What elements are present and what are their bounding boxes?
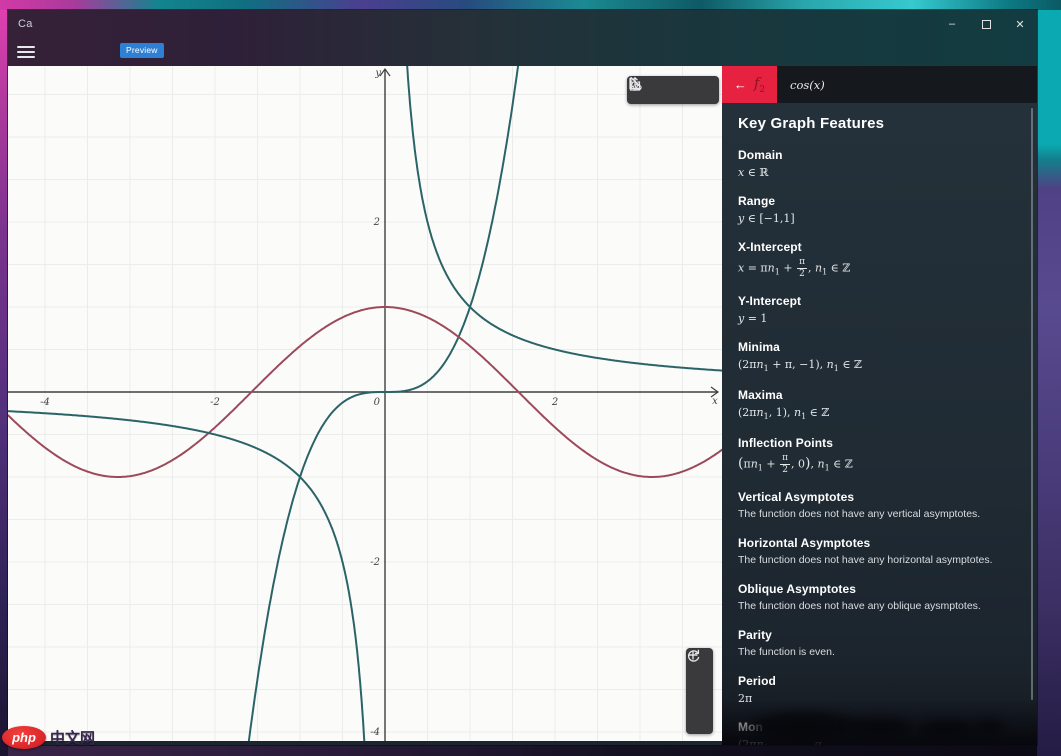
svg-text:-4: -4 (40, 397, 50, 408)
maximize-button[interactable] (969, 10, 1003, 38)
feature-heading: Horizontal Asymptotes (738, 536, 871, 551)
feature-value: y = 1 (738, 312, 768, 325)
graph-options-button[interactable] (629, 78, 717, 102)
feature-heading: Range (738, 194, 776, 208)
feature-value: y ∈ [−1,1] (738, 212, 795, 225)
feature-value: (2πn1 + π, −1), n1 ∈ ℤ (738, 358, 863, 374)
feature-value: x ∈ ℝ (738, 166, 769, 179)
menu-row: Preview (8, 38, 1037, 66)
feature-section: Maxima (2πn1, 1), n1 ∈ ℤ (738, 388, 1037, 421)
calculator-window: Ca – ✕ Preview -4 -2 2 2 -2 -4 0 x y ← f… (8, 10, 1037, 745)
back-arrow-icon: ← (733, 77, 747, 92)
feature-value: (πn1 + π2, 0), n1 ∈ ℤ (738, 453, 853, 476)
screen: Ca – ✕ Preview -4 -2 2 2 -2 -4 0 x y ← f… (0, 0, 1061, 756)
wallpaper-top (0, 0, 1061, 10)
svg-text:2: 2 (551, 397, 558, 408)
wallpaper-right (1037, 10, 1061, 756)
feature-value: 2π (738, 692, 753, 706)
feature-value: The function does not have any vertical … (738, 508, 981, 521)
reset-zoom-button[interactable] (686, 649, 713, 733)
preview-badge: Preview (120, 43, 164, 58)
panel-body: Key Graph Features Domain x ∈ ℝ Range y … (722, 103, 1037, 745)
expression-display: cos(x) (790, 77, 825, 92)
svg-text:-4: -4 (370, 727, 380, 738)
wallpaper-bottom (8, 745, 1037, 756)
feature-heading: Minima (738, 340, 780, 354)
graph-area[interactable]: -4 -2 2 2 -2 -4 0 x y (8, 66, 722, 741)
svg-text:-2: -2 (370, 557, 380, 568)
titlebar[interactable]: Ca – ✕ (8, 10, 1037, 38)
feature-value: x = πn1 + π2, n1 ∈ ℤ (738, 257, 851, 279)
feature-heading: X-Intercept (738, 240, 802, 254)
close-button[interactable]: ✕ (1003, 10, 1037, 38)
feature-value: (2πn1g (738, 738, 822, 745)
wallpaper-left (0, 10, 8, 756)
hamburger-menu-icon[interactable] (17, 45, 35, 59)
graph-toolbar (627, 76, 719, 104)
panel-header: ← f2 cos(x) (722, 66, 1037, 103)
key-graph-features-panel: ← f2 cos(x) Key Graph Features Domain x … (722, 66, 1037, 745)
feature-heading: Y-Intercept (738, 294, 802, 308)
panel-title: Key Graph Features (738, 115, 885, 132)
blur-artifact (974, 720, 1004, 735)
blur-artifact (918, 720, 974, 738)
panel-scrollbar[interactable] (1031, 108, 1033, 700)
watermark-text: 中文网 (50, 730, 96, 747)
feature-value: (2πn1, 1), n1 ∈ ℤ (738, 406, 830, 422)
svg-text:0: 0 (374, 397, 381, 408)
app-title: Ca (18, 18, 33, 30)
svg-text:2: 2 (373, 217, 380, 228)
refresh-icon (687, 649, 700, 662)
feature-value: The function is even. (738, 646, 835, 659)
svg-text:x: x (712, 396, 718, 407)
feature-section: Range y ∈ [−1,1] (738, 194, 1037, 225)
svg-text:-2: -2 (210, 397, 220, 408)
feature-section: Parity The function is even. (738, 628, 1037, 659)
feature-section: Inflection Points (πn1 + π2, 0), n1 ∈ ℤ (738, 436, 1037, 475)
feature-sections: Domain x ∈ ℝ Range y ∈ [−1,1] X-Intercep… (738, 148, 1037, 745)
feature-heading: Oblique Asymptotes (738, 582, 857, 597)
blur-artifact (752, 712, 856, 740)
share-button[interactable] (629, 76, 686, 102)
feature-section: Period 2π (738, 674, 1037, 705)
feature-section: Domain x ∈ ℝ (738, 148, 1037, 179)
feature-heading: Maxima (738, 388, 783, 403)
zoom-out-button[interactable] (686, 654, 713, 704)
feature-section: X-Intercept x = πn1 + π2, n1 ∈ ℤ (738, 240, 1037, 279)
feature-heading: Vertical Asymptotes (738, 490, 855, 505)
feature-heading: Inflection Points (738, 436, 834, 451)
window-chrome: Ca – ✕ Preview (8, 10, 1037, 66)
php-logo: php (2, 726, 46, 749)
feature-section: Vertical Asymptotes The function does no… (738, 490, 1037, 521)
svg-text:y: y (374, 68, 381, 79)
feature-value: The function does not have any oblique a… (738, 600, 981, 613)
minimize-button[interactable]: – (935, 10, 969, 38)
feature-heading: Parity (738, 628, 772, 643)
feature-heading: Domain (738, 148, 783, 162)
graph-options-icon (629, 78, 642, 91)
feature-section: Horizontal Asymptotes The function does … (738, 536, 1037, 567)
maximize-icon (981, 19, 991, 29)
feature-heading: Period (738, 674, 776, 689)
blur-artifact (848, 718, 912, 738)
feature-section: Y-Intercept y = 1 (738, 294, 1037, 325)
plot-svg[interactable]: -4 -2 2 2 -2 -4 0 x y (8, 66, 722, 741)
feature-section: Minima (2πn1 + π, −1), n1 ∈ ℤ (738, 340, 1037, 373)
watermark: php 中文网 (2, 726, 95, 749)
feature-value: The function does not have any horizonta… (738, 554, 993, 567)
zoom-controls (686, 648, 713, 734)
feature-section: Oblique Asymptotes The function does not… (738, 582, 1037, 613)
function-back-button[interactable]: ← f2 (722, 66, 777, 103)
function-label: f2 (753, 74, 766, 95)
